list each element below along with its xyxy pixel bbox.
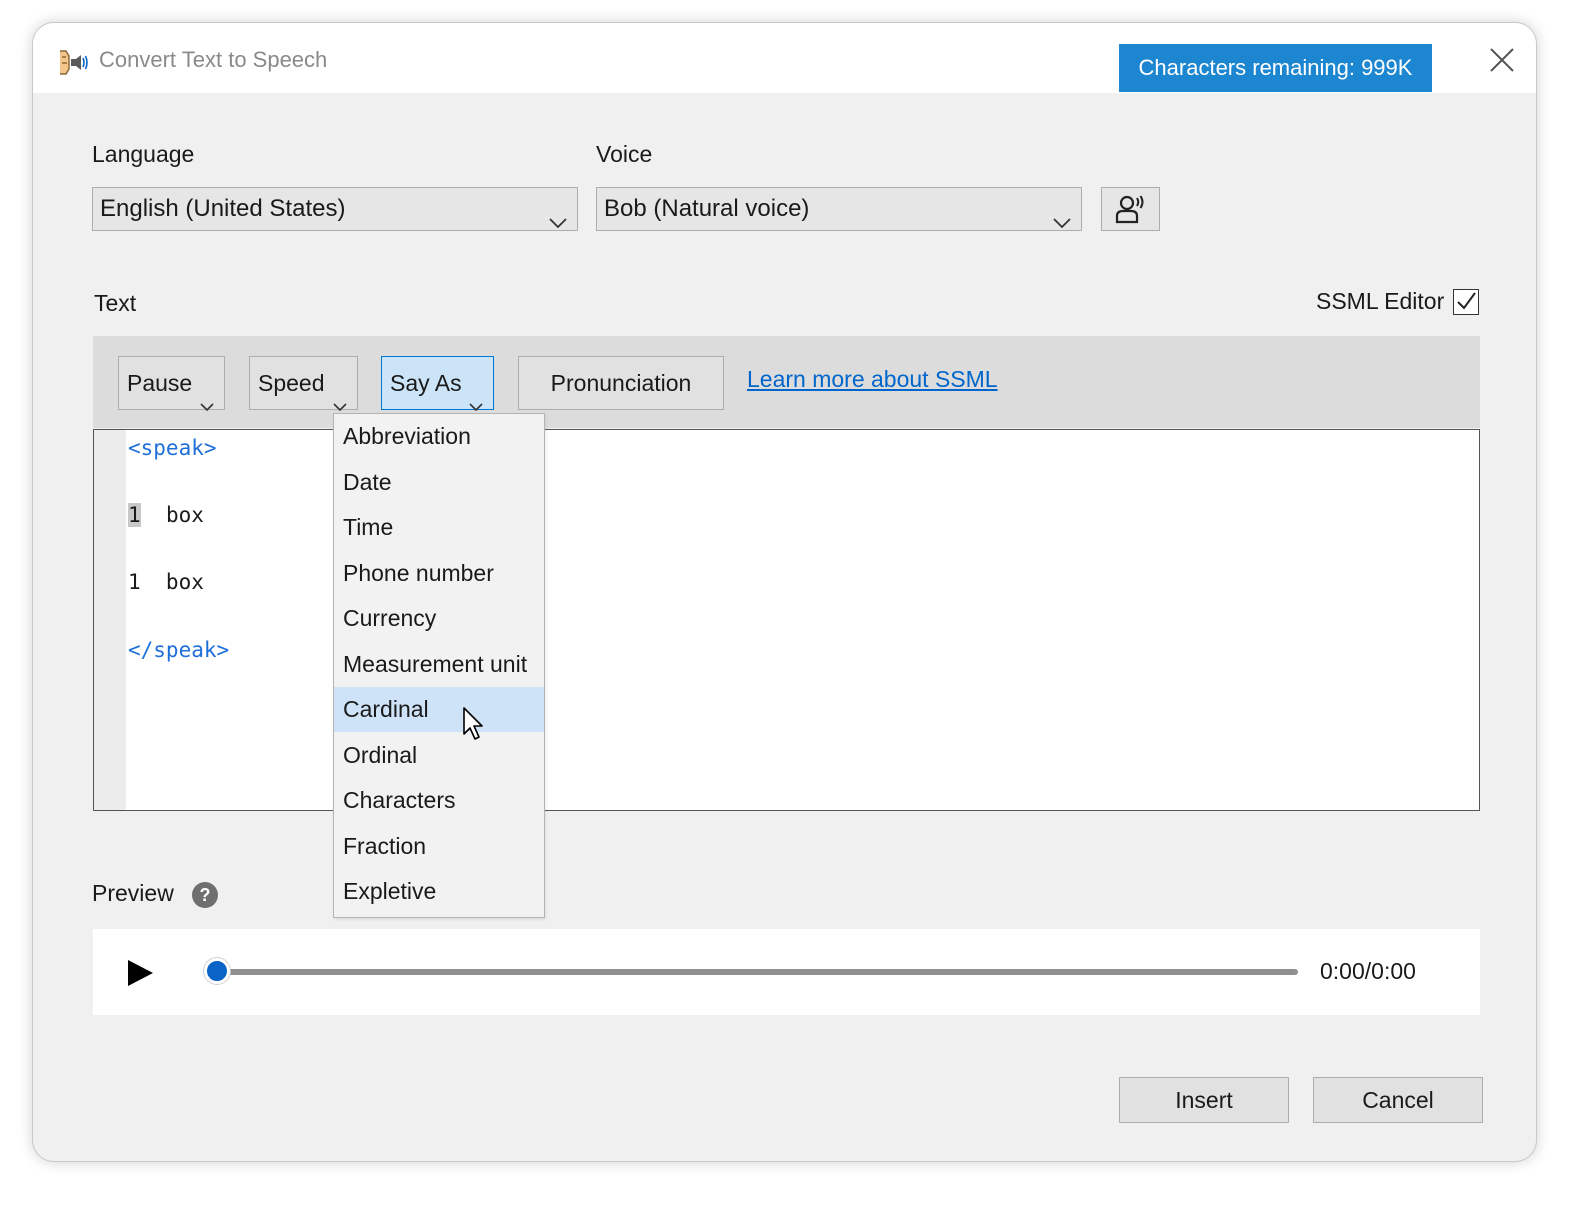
cancel-button[interactable]: Cancel — [1313, 1077, 1483, 1123]
code-word: box — [165, 503, 204, 527]
menu-item-time[interactable]: Time — [334, 505, 544, 550]
characters-remaining-badge: Characters remaining: 999K — [1119, 44, 1432, 92]
menu-item-cardinal[interactable]: Cardinal — [334, 687, 544, 740]
speed-label: Speed — [258, 370, 325, 396]
convert-text-to-speech-dialog: Convert Text to Speech Characters remain… — [32, 22, 1537, 1162]
audio-preview-player: 0:00/0:00 — [93, 929, 1480, 1015]
playback-time: 0:00/0:00 — [1320, 958, 1416, 984]
chevron-down-icon — [549, 202, 567, 229]
ssml-editor-toggle[interactable]: SSML Editor — [1316, 288, 1479, 318]
ssml-toolbar: Pause Speed Say As Pronunciation Learn m… — [93, 336, 1480, 428]
say-as-dropdown-button[interactable]: Say As — [381, 356, 494, 412]
preview-label: Preview — [92, 880, 174, 906]
speed-dropdown-button[interactable]: Speed — [249, 356, 358, 412]
menu-item-characters[interactable]: Characters — [334, 778, 544, 823]
language-select[interactable]: English (United States) — [92, 187, 578, 231]
chevron-down-icon — [333, 378, 347, 412]
menu-item-ordinal[interactable]: Ordinal — [334, 733, 544, 778]
menu-item-expletive[interactable]: Expletive — [334, 869, 544, 914]
menu-item-phone-number[interactable]: Phone number — [334, 551, 544, 596]
code-line-speak-close: </speak> — [128, 638, 230, 662]
ssml-editor-checkbox[interactable] — [1452, 288, 1479, 315]
window-title: Convert Text to Speech — [99, 47, 328, 72]
say-as-menu: Abbreviation Date Time Phone number Curr… — [333, 413, 545, 918]
title-bar: Convert Text to Speech Characters remain… — [33, 23, 1536, 93]
voice-person-icon — [1115, 195, 1144, 224]
question-icon[interactable]: ? — [191, 881, 219, 909]
language-value: English (United States) — [100, 195, 346, 222]
pause-label: Pause — [127, 370, 193, 396]
voice-preview-button[interactable] — [1101, 187, 1160, 231]
insert-button[interactable]: Insert — [1119, 1077, 1289, 1123]
menu-item-abbreviation[interactable]: Abbreviation — [334, 414, 544, 459]
menu-item-fraction[interactable]: Fraction — [334, 824, 544, 869]
menu-item-currency[interactable]: Currency — [334, 596, 544, 641]
close-icon[interactable] — [1489, 47, 1515, 73]
voice-select[interactable]: Bob (Natural voice) — [596, 187, 1082, 231]
voice-value: Bob (Natural voice) — [604, 195, 810, 222]
code-line: 1 box — [128, 570, 204, 594]
text-label: Text — [94, 290, 137, 316]
voice-label: Voice — [596, 141, 653, 167]
svg-text:?: ? — [200, 885, 211, 905]
editor-gutter — [94, 430, 126, 810]
menu-item-cardinal-label: Cardinal — [343, 696, 429, 722]
code-line: 1 box — [128, 503, 204, 527]
ssml-text-editor[interactable]: <speak> 1 box 1 box </speak> — [93, 429, 1480, 811]
progress-slider-thumb[interactable] — [204, 958, 230, 984]
say-as-label: Say As — [390, 370, 462, 396]
code-line-speak-open: <speak> — [128, 436, 217, 460]
menu-item-measurement-unit[interactable]: Measurement unit — [334, 642, 544, 687]
language-label: Language — [92, 141, 195, 167]
menu-item-date[interactable]: Date — [334, 460, 544, 505]
chevron-down-icon — [469, 378, 483, 412]
selected-char: 1 — [128, 503, 141, 527]
speaker-sound-icon — [57, 47, 89, 77]
pause-dropdown-button[interactable]: Pause — [118, 356, 225, 412]
learn-more-ssml-link[interactable]: Learn more about SSML — [747, 366, 998, 393]
ssml-editor-label: SSML Editor — [1316, 288, 1445, 314]
chevron-down-icon — [1053, 202, 1071, 229]
pronunciation-button[interactable]: Pronunciation — [518, 356, 724, 410]
progress-track[interactable] — [213, 969, 1298, 975]
play-icon[interactable] — [125, 958, 155, 988]
chevron-down-icon — [200, 378, 214, 412]
